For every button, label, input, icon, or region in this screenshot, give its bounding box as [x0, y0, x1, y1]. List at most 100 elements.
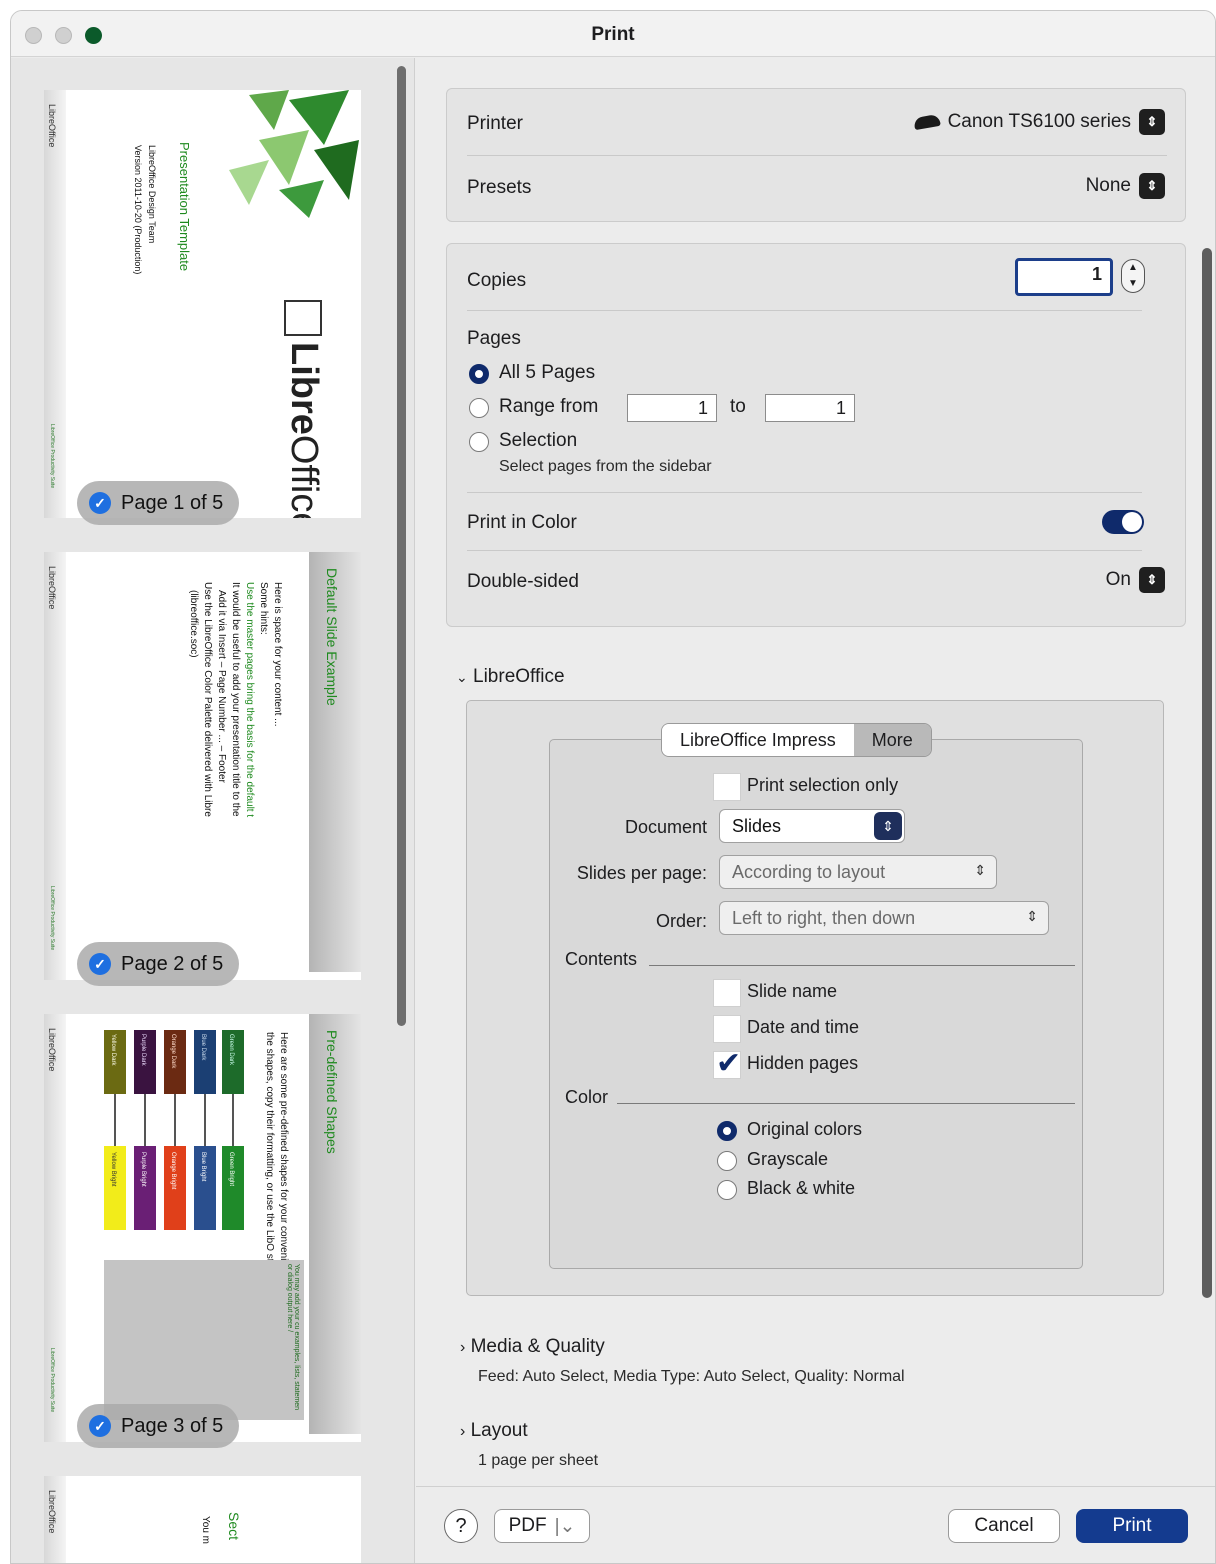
updown-icon: ⇕	[1139, 173, 1165, 199]
pdf-menu-button[interactable]: PDF |⌄	[494, 1509, 590, 1543]
all-pages-radio[interactable]	[469, 364, 489, 384]
black-and-white-radio[interactable]	[717, 1180, 737, 1200]
page-badge-1[interactable]: ✓ Page 1 of 5	[77, 481, 240, 525]
libreoffice-section-toggle[interactable]: ⌄ LibreOffice	[456, 666, 565, 688]
range-to-label: to	[730, 396, 746, 417]
decorative-triangles	[229, 90, 359, 218]
slide-preview-3[interactable]: LibreOffice LibreOffice Productivity Sui…	[44, 1014, 361, 1442]
sidebar-scrollbar[interactable]	[397, 66, 406, 1026]
options-scrollbar[interactable]	[1202, 248, 1212, 1298]
range-from-input[interactable]: 1	[627, 394, 717, 422]
double-sided-label: Double-sided	[467, 571, 579, 592]
copies-stepper[interactable]: ▲ ▼	[1121, 259, 1145, 293]
media-quality-section-toggle[interactable]: › Media & Quality	[460, 1336, 605, 1358]
layout-summary: 1 page per sheet	[478, 1452, 599, 1469]
print-button[interactable]: Print	[1076, 1509, 1188, 1543]
print-in-color-label: Print in Color	[467, 512, 577, 533]
checkmark-icon: ✓	[89, 953, 111, 975]
double-sided-select[interactable]: On ⇕	[1106, 567, 1165, 593]
print-in-color-toggle[interactable]	[1102, 510, 1144, 534]
date-and-time-checkbox[interactable]	[713, 1015, 741, 1043]
grayscale-radio[interactable]	[717, 1151, 737, 1171]
slide-footer-text: LibreOffice Productivity Suite	[49, 423, 55, 488]
slide-preview-1[interactable]: LibreOffice LibreOffice Productivity Sui…	[44, 90, 361, 518]
slide-title: Pre-defined Shapes	[324, 1030, 340, 1154]
presets-label: Presets	[467, 177, 532, 198]
order-label: Order:	[655, 911, 707, 931]
color-group-label: Color	[565, 1087, 609, 1107]
libreoffice-section-label: LibreOffice	[473, 666, 565, 687]
connector-line	[174, 1094, 176, 1146]
date-and-time-label: Date and time	[747, 1017, 860, 1037]
page-badge-label: Page 1 of 5	[121, 491, 224, 514]
document-select[interactable]: Slides ⇕	[719, 809, 905, 843]
page-badge-label: Page 3 of 5	[121, 1414, 224, 1437]
hidden-pages-checkbox[interactable]	[713, 1046, 741, 1081]
page-badge-3[interactable]: ✓ Page 3 of 5	[77, 1404, 240, 1448]
slide-bullet: It would be useful to add your presentat…	[230, 582, 241, 817]
connector-line	[232, 1094, 234, 1146]
updown-icon: ⇕	[874, 812, 902, 840]
checkmark-icon: ✓	[89, 492, 111, 514]
tab-libreoffice-impress[interactable]: LibreOffice Impress	[662, 724, 854, 756]
title-bar: Print	[11, 11, 1215, 57]
preview-sidebar: LibreOffice LibreOffice Productivity Sui…	[11, 58, 415, 1563]
group-divider	[649, 965, 1075, 966]
page-badge-2[interactable]: ✓ Page 2 of 5	[77, 942, 240, 986]
chevron-down-icon: |⌄	[554, 1515, 576, 1537]
page-badge-label: Page 2 of 5	[121, 952, 224, 975]
slide-preview-2[interactable]: LibreOffice LibreOffice Productivity Sui…	[44, 552, 361, 980]
slide-logo: LibreOffice	[47, 1028, 57, 1072]
shape-yellow-dark: Yellow Dark	[104, 1030, 126, 1094]
slide-bullet: Use the LibreOffice Color Palette delive…	[202, 582, 213, 817]
order-select[interactable]: Left to right, then down ⇕	[719, 901, 1049, 935]
printer-icon	[912, 113, 941, 131]
updown-icon: ⇕	[974, 862, 986, 878]
all-pages-label: All 5 Pages	[499, 362, 596, 383]
media-quality-label: Media & Quality	[470, 1336, 605, 1357]
print-dialog: Print LibreOffice LibreOffice Productivi…	[10, 10, 1216, 1564]
divider	[467, 155, 1167, 156]
divider	[467, 492, 1142, 493]
slides-per-page-value: According to layout	[732, 861, 886, 882]
shape-purple-dark: Purple Dark	[134, 1030, 156, 1094]
help-button[interactable]: ?	[444, 1509, 478, 1543]
original-colors-radio[interactable]	[717, 1121, 737, 1141]
original-colors-label: Original colors	[747, 1119, 863, 1139]
slide-bullet: Version 2011-10-20 (Production)	[133, 145, 143, 275]
print-selection-only-checkbox[interactable]	[713, 773, 741, 801]
slide-title: Presentation Template	[177, 142, 192, 272]
slide-logo: LibreOffice	[47, 566, 57, 610]
cancel-button[interactable]: Cancel	[948, 1509, 1060, 1543]
presets-select[interactable]: None ⇕	[1086, 173, 1165, 199]
window-title: Print	[591, 24, 635, 45]
tab-more[interactable]: More	[853, 724, 931, 756]
connector-line	[204, 1094, 206, 1146]
slide-body: You m	[200, 1516, 211, 1544]
slide-preview-4[interactable]: LibreOffice Sect You m	[44, 1476, 361, 1563]
range-radio[interactable]	[469, 398, 489, 418]
printer-select[interactable]: Canon TS6100 series ⇕	[912, 109, 1165, 135]
slide-bullet: (libreoffice.soc)	[188, 590, 199, 658]
callout-box: You may add your cu examples, lists, sta…	[104, 1260, 304, 1420]
pdf-label: PDF	[508, 1515, 547, 1536]
divider	[467, 310, 1142, 311]
slide-footer-text: LibreOffice Productivity Suite	[49, 885, 55, 950]
selection-radio[interactable]	[469, 432, 489, 452]
libreoffice-tabs: LibreOffice Impress More	[661, 723, 932, 757]
document-value: Slides	[732, 815, 782, 836]
slide-side-strip	[44, 90, 66, 518]
slide-name-checkbox[interactable]	[713, 979, 741, 1007]
slide-logo: LibreOffice	[47, 1490, 57, 1534]
layout-section-toggle[interactable]: › Layout	[460, 1420, 528, 1442]
copies-input[interactable]: 1	[1015, 258, 1113, 296]
slides-per-page-select[interactable]: According to layout ⇕	[719, 855, 997, 889]
shape-green-dark: Green Dark	[222, 1030, 244, 1094]
slides-per-page-label: Slides per page:	[576, 863, 707, 883]
updown-icon: ⇕	[1026, 908, 1038, 924]
range-to-input[interactable]: 1	[765, 394, 855, 422]
slide-footer-text: LibreOffice Productivity Suite	[49, 1347, 55, 1412]
selection-label: Selection	[499, 430, 578, 451]
shape-orange-dark: Orange Dark	[164, 1030, 186, 1094]
print-options-panel: Printer Canon TS6100 series ⇕ Presets No…	[416, 58, 1215, 1563]
